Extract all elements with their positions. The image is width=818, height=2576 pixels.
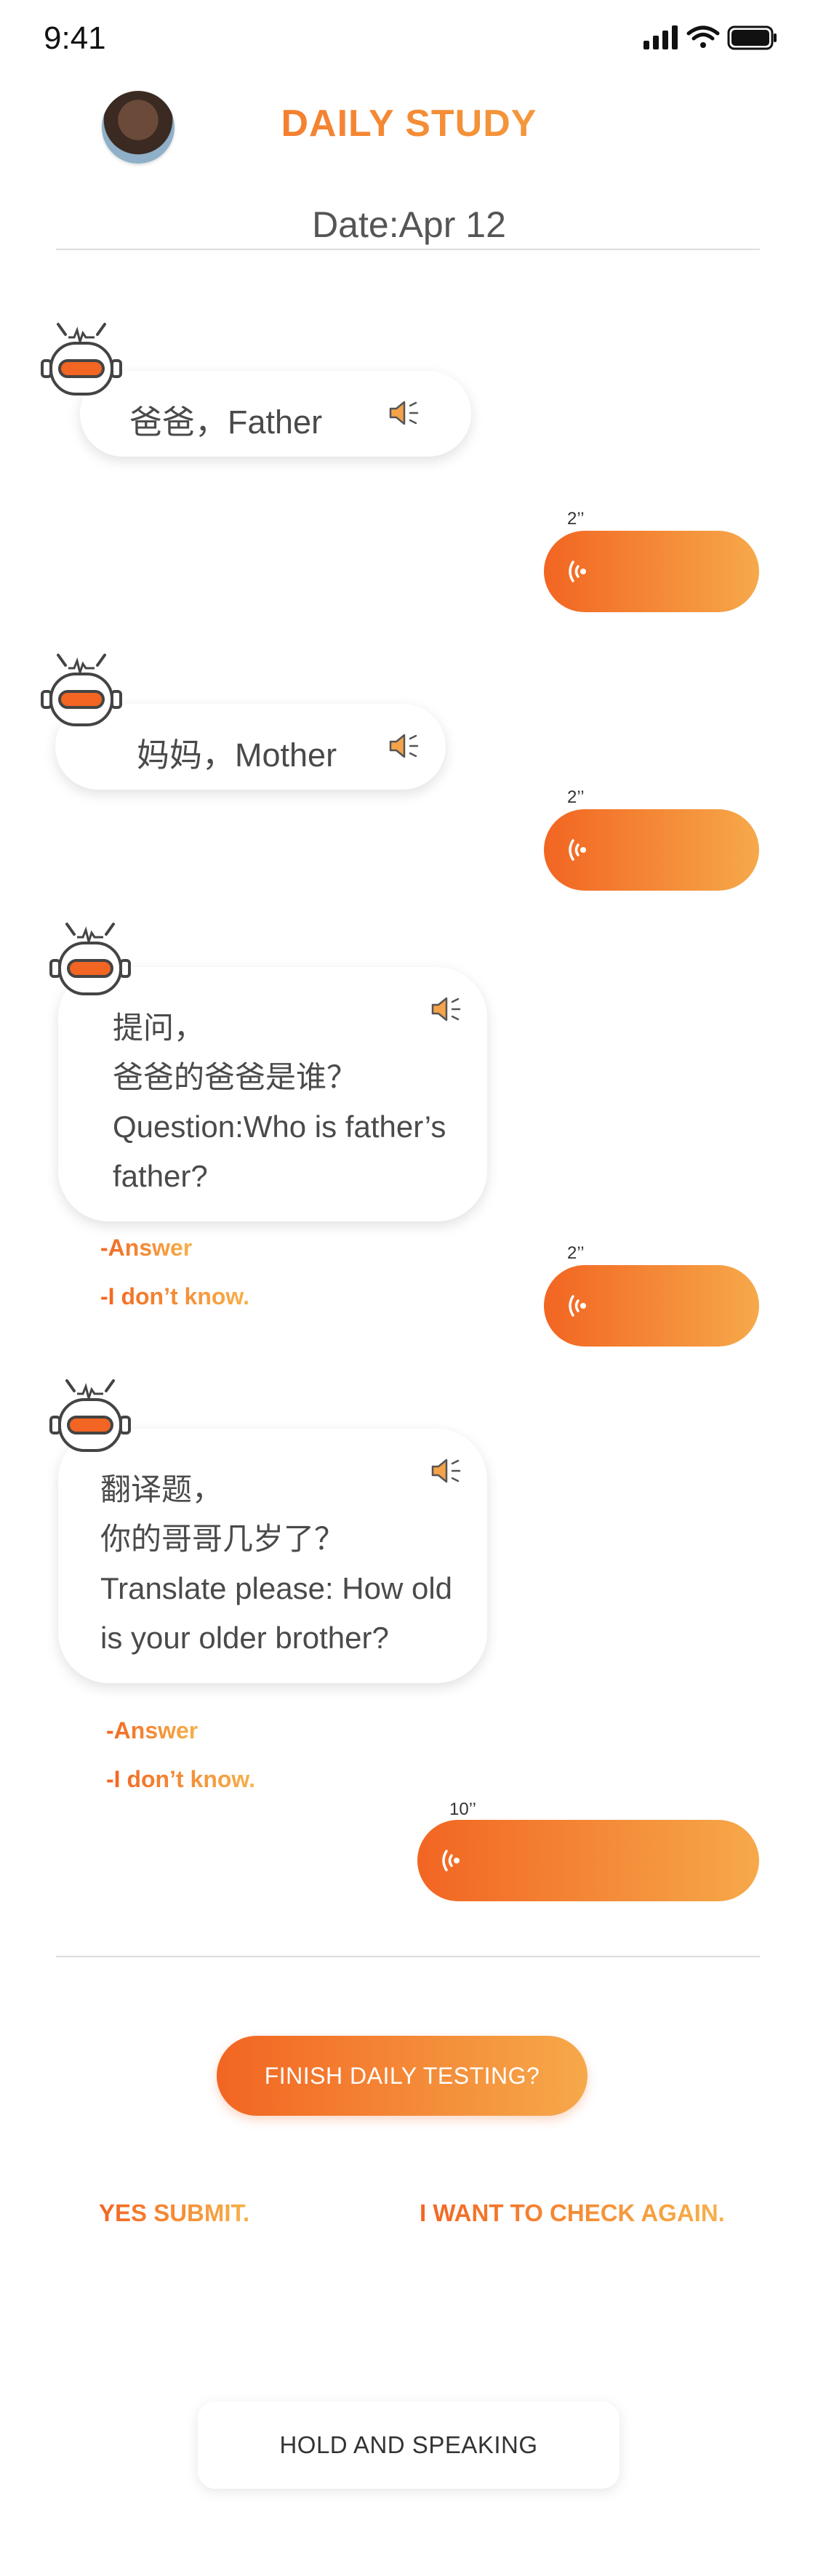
robot-icon [41,654,122,726]
voice-wave-icon [569,561,586,582]
voice-reply-bubble[interactable] [544,1265,759,1347]
signal-icon [643,25,678,49]
bot-message-text: 妈妈，Mother [137,737,337,774]
question-line: Translate please: How old [100,1571,453,1605]
wifi-icon [686,25,720,48]
question-line: father? [113,1159,208,1193]
reply-duration: 2’’ [567,787,585,807]
status-time: 9:41 [44,20,106,56]
finish-daily-testing-button[interactable]: FINISH DAILY TESTING? [217,2036,588,2116]
robot-icon [41,323,122,396]
yes-submit-link[interactable]: YES SUBMIT. [99,2199,249,2227]
reply-duration: 10’’ [449,1799,476,1819]
speaker-icon[interactable] [430,1456,462,1485]
voice-reply-bubble[interactable] [544,809,759,891]
question-line: 爸爸的爸爸是谁？ [113,1060,358,1094]
footer-divider [56,1956,760,1957]
question-line: Question:Who is father’s [113,1110,446,1144]
app-title: DAILY STUDY [0,102,818,145]
answer-link[interactable]: -Answer [106,1717,198,1744]
reply-duration: 2’’ [567,1243,585,1263]
battery-icon [727,25,777,50]
question-line: 翻译题， [100,1472,223,1506]
bot-question-bubble: 提问， 爸爸的爸爸是谁？ Question:Who is father’s fa… [58,967,487,1221]
dont-know-link[interactable]: -I don’t know. [100,1283,249,1310]
bot-question-text: 提问， 爸爸的爸爸是谁？ Question:Who is father’s fa… [113,1003,446,1201]
robot-icon [49,1379,131,1452]
bot-question-bubble: 翻译题， 你的哥哥几岁了？ Translate please: How old … [58,1429,487,1683]
bot-message-text: 爸爸，Father [129,404,323,441]
check-again-link[interactable]: I WANT TO CHECK AGAIN. [420,2199,725,2227]
hold-and-speak-button[interactable]: HOLD AND SPEAKING [198,2402,619,2489]
question-line: is your older brother? [100,1621,389,1655]
voice-wave-icon [569,1295,586,1317]
question-line: 提问， [113,1011,205,1045]
voice-reply-bubble[interactable] [544,531,759,612]
speaker-icon[interactable] [388,398,420,428]
status-icons [643,25,777,50]
voice-reply-bubble[interactable] [417,1820,759,1901]
voice-wave-icon [569,839,586,861]
dont-know-link[interactable]: -I don’t know. [106,1766,255,1793]
bot-bubble: 爸爸，Father [80,371,471,457]
speaker-icon[interactable] [430,995,462,1024]
bot-question-text: 翻译题， 你的哥哥几岁了？ Translate please: How old … [100,1465,452,1663]
voice-wave-icon [442,1850,460,1871]
header-divider [56,249,760,250]
speaker-icon[interactable] [388,731,420,761]
question-line: 你的哥哥几岁了？ [100,1522,345,1556]
date-label: Date:Apr 12 [312,204,506,245]
reply-duration: 2’’ [567,509,585,529]
answer-link[interactable]: -Answer [100,1235,192,1261]
robot-icon [49,923,131,995]
